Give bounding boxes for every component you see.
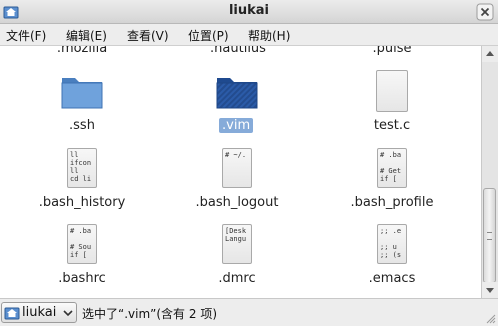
file-item[interactable]: [Desk Langu .dmrc	[167, 222, 307, 292]
file-item[interactable]: # .ba # Get if [ .bash_profile	[322, 146, 462, 216]
menu-edit[interactable]: 编辑(E)	[66, 27, 107, 44]
file-item[interactable]: # .ba # Sou if [ .bashrc	[12, 222, 152, 292]
file-name: .mozilla	[56, 46, 108, 56]
status-message: 选中了“.vim”(含有 2 项)	[82, 307, 218, 321]
window-title: liukai	[228, 3, 270, 18]
text-file-icon: # .ba # Get if [	[377, 148, 407, 188]
text-file-icon	[376, 70, 408, 112]
text-file-icon: ;; .e ;; u ;; (s	[377, 224, 407, 264]
close-icon[interactable]	[476, 3, 494, 21]
location-button[interactable]: liukai	[1, 302, 77, 323]
text-file-icon: # .ba # Sou if [	[67, 224, 97, 264]
file-name: .vim	[219, 118, 254, 133]
text-file-icon: # ~/.	[222, 148, 252, 188]
folder-icon	[216, 78, 258, 109]
scroll-up-arrow-icon[interactable]	[482, 46, 498, 62]
scroll-grip-icon	[487, 232, 492, 240]
title-bar[interactable]: liukai	[0, 0, 498, 24]
file-item[interactable]: # ~/. .bash_logout	[167, 146, 307, 216]
menu-places[interactable]: 位置(P)	[188, 27, 229, 44]
file-item[interactable]: .ssh	[12, 68, 152, 138]
file-item[interactable]: ;; .e ;; u ;; (s .emacs	[322, 222, 462, 292]
scroll-down-arrow-icon[interactable]	[482, 282, 498, 298]
file-item[interactable]: .nautilus	[168, 46, 308, 56]
text-file-icon: [Desk Langu	[222, 224, 252, 264]
file-item[interactable]: .pulse	[322, 46, 462, 56]
file-name: .nautilus	[210, 46, 266, 56]
folder-icon	[61, 78, 103, 109]
file-name: .pulse	[372, 46, 412, 56]
resize-grip-icon[interactable]	[484, 312, 496, 324]
file-item[interactable]: test.c	[322, 68, 462, 138]
menu-help[interactable]: 帮助(H)	[248, 27, 290, 44]
file-name: .bash_logout	[195, 195, 279, 210]
file-item[interactable]: ll ifcon ll cd li .bash_history	[12, 146, 152, 216]
vertical-scrollbar[interactable]	[481, 46, 498, 298]
file-name: .bash_profile	[350, 195, 434, 210]
menu-view[interactable]: 查看(V)	[127, 27, 169, 44]
scrollbar-thumb[interactable]	[483, 188, 496, 283]
file-name: .dmrc	[218, 271, 256, 286]
menu-file[interactable]: 文件(F)	[6, 27, 46, 44]
file-name: .ssh	[69, 118, 95, 133]
icon-view[interactable]: .mozilla .nautilus .pulse .ssh .vim test…	[0, 46, 481, 298]
file-name: test.c	[373, 118, 411, 133]
chevron-down-icon	[63, 310, 73, 317]
file-name: .bashrc	[58, 271, 106, 286]
file-item[interactable]: .vim	[167, 68, 307, 138]
file-name: .bash_history	[38, 195, 126, 210]
file-name: .emacs	[368, 271, 416, 286]
home-folder-icon	[4, 307, 20, 320]
status-bar: liukai 选中了“.vim”(含有 2 项)	[0, 298, 498, 326]
text-file-icon: ll ifcon ll cd li	[67, 148, 97, 188]
file-manager-window: liukai 文件(F) 编辑(E) 查看(V) 位置(P) 帮助(H) .mo…	[0, 0, 498, 326]
location-label: liukai	[22, 305, 57, 320]
menu-bar: 文件(F) 编辑(E) 查看(V) 位置(P) 帮助(H)	[0, 24, 498, 46]
file-item[interactable]: .mozilla	[12, 46, 152, 56]
